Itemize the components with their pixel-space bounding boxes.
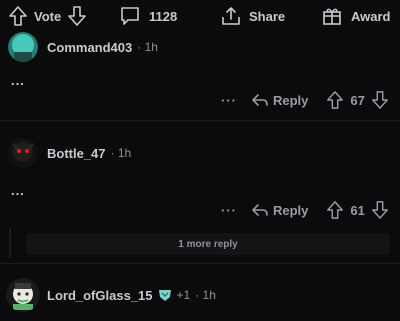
timestamp: · 1h [137,40,158,54]
vote-group: Vote [8,5,87,27]
vote-score: 61 [350,202,365,218]
speech-bubble-icon [119,5,141,27]
thread-line[interactable] [9,228,11,258]
arrow-up-icon[interactable] [8,5,28,27]
comment-count: 1128 [149,8,178,24]
arrow-up-icon[interactable] [326,200,344,220]
username[interactable]: Bottle_47 [47,146,106,161]
divider [0,120,400,121]
comment-actions: ··· Reply 61 [221,200,389,220]
reply-button[interactable]: Reply [251,92,308,108]
vote-label: Vote [34,8,62,24]
arrow-down-icon[interactable] [67,5,87,27]
more-replies-button[interactable]: 1 more reply [26,233,390,255]
comment-header: Bottle_47 · 1h [8,138,131,168]
reply-arrow-icon [251,92,269,108]
more-options-button[interactable]: ··· [221,203,237,218]
reply-arrow-icon [251,202,269,218]
award-button[interactable]: Award [321,5,391,27]
arrow-down-icon[interactable] [371,90,389,110]
award-label: Award [351,8,391,24]
post-action-bar: Vote 1128 Share Award [0,0,400,34]
flair-count: +1 [176,288,191,302]
avatar[interactable] [8,138,38,168]
comment-header: Lord_ofGlass_15 +1 · 1h [6,278,216,312]
comment-actions: ··· Reply 67 [221,90,389,110]
award-flair-icon [157,288,173,302]
username[interactable]: Lord_ofGlass_15 [47,288,153,303]
arrow-up-icon[interactable] [326,90,344,110]
timestamp: · 1h [195,288,216,302]
comments-button[interactable]: 1128 [119,5,177,27]
reply-label: Reply [273,92,309,108]
comment-header: Command403 · 1h [8,32,158,62]
share-button[interactable]: Share [219,5,285,27]
comment-body: ... [11,73,25,88]
more-options-button[interactable]: ··· [221,93,237,108]
reply-button[interactable]: Reply [251,202,308,218]
comment-body: ... [11,183,25,198]
timestamp: · 1h [110,146,132,160]
arrow-down-icon[interactable] [371,200,389,220]
gift-icon [321,5,343,27]
avatar[interactable] [6,278,40,312]
reply-label: Reply [273,202,309,218]
username[interactable]: Command403 [47,40,132,55]
share-label: Share [249,8,286,24]
vote-score: 67 [350,92,365,108]
share-icon [219,5,243,27]
divider [0,263,400,264]
avatar[interactable] [8,32,38,62]
